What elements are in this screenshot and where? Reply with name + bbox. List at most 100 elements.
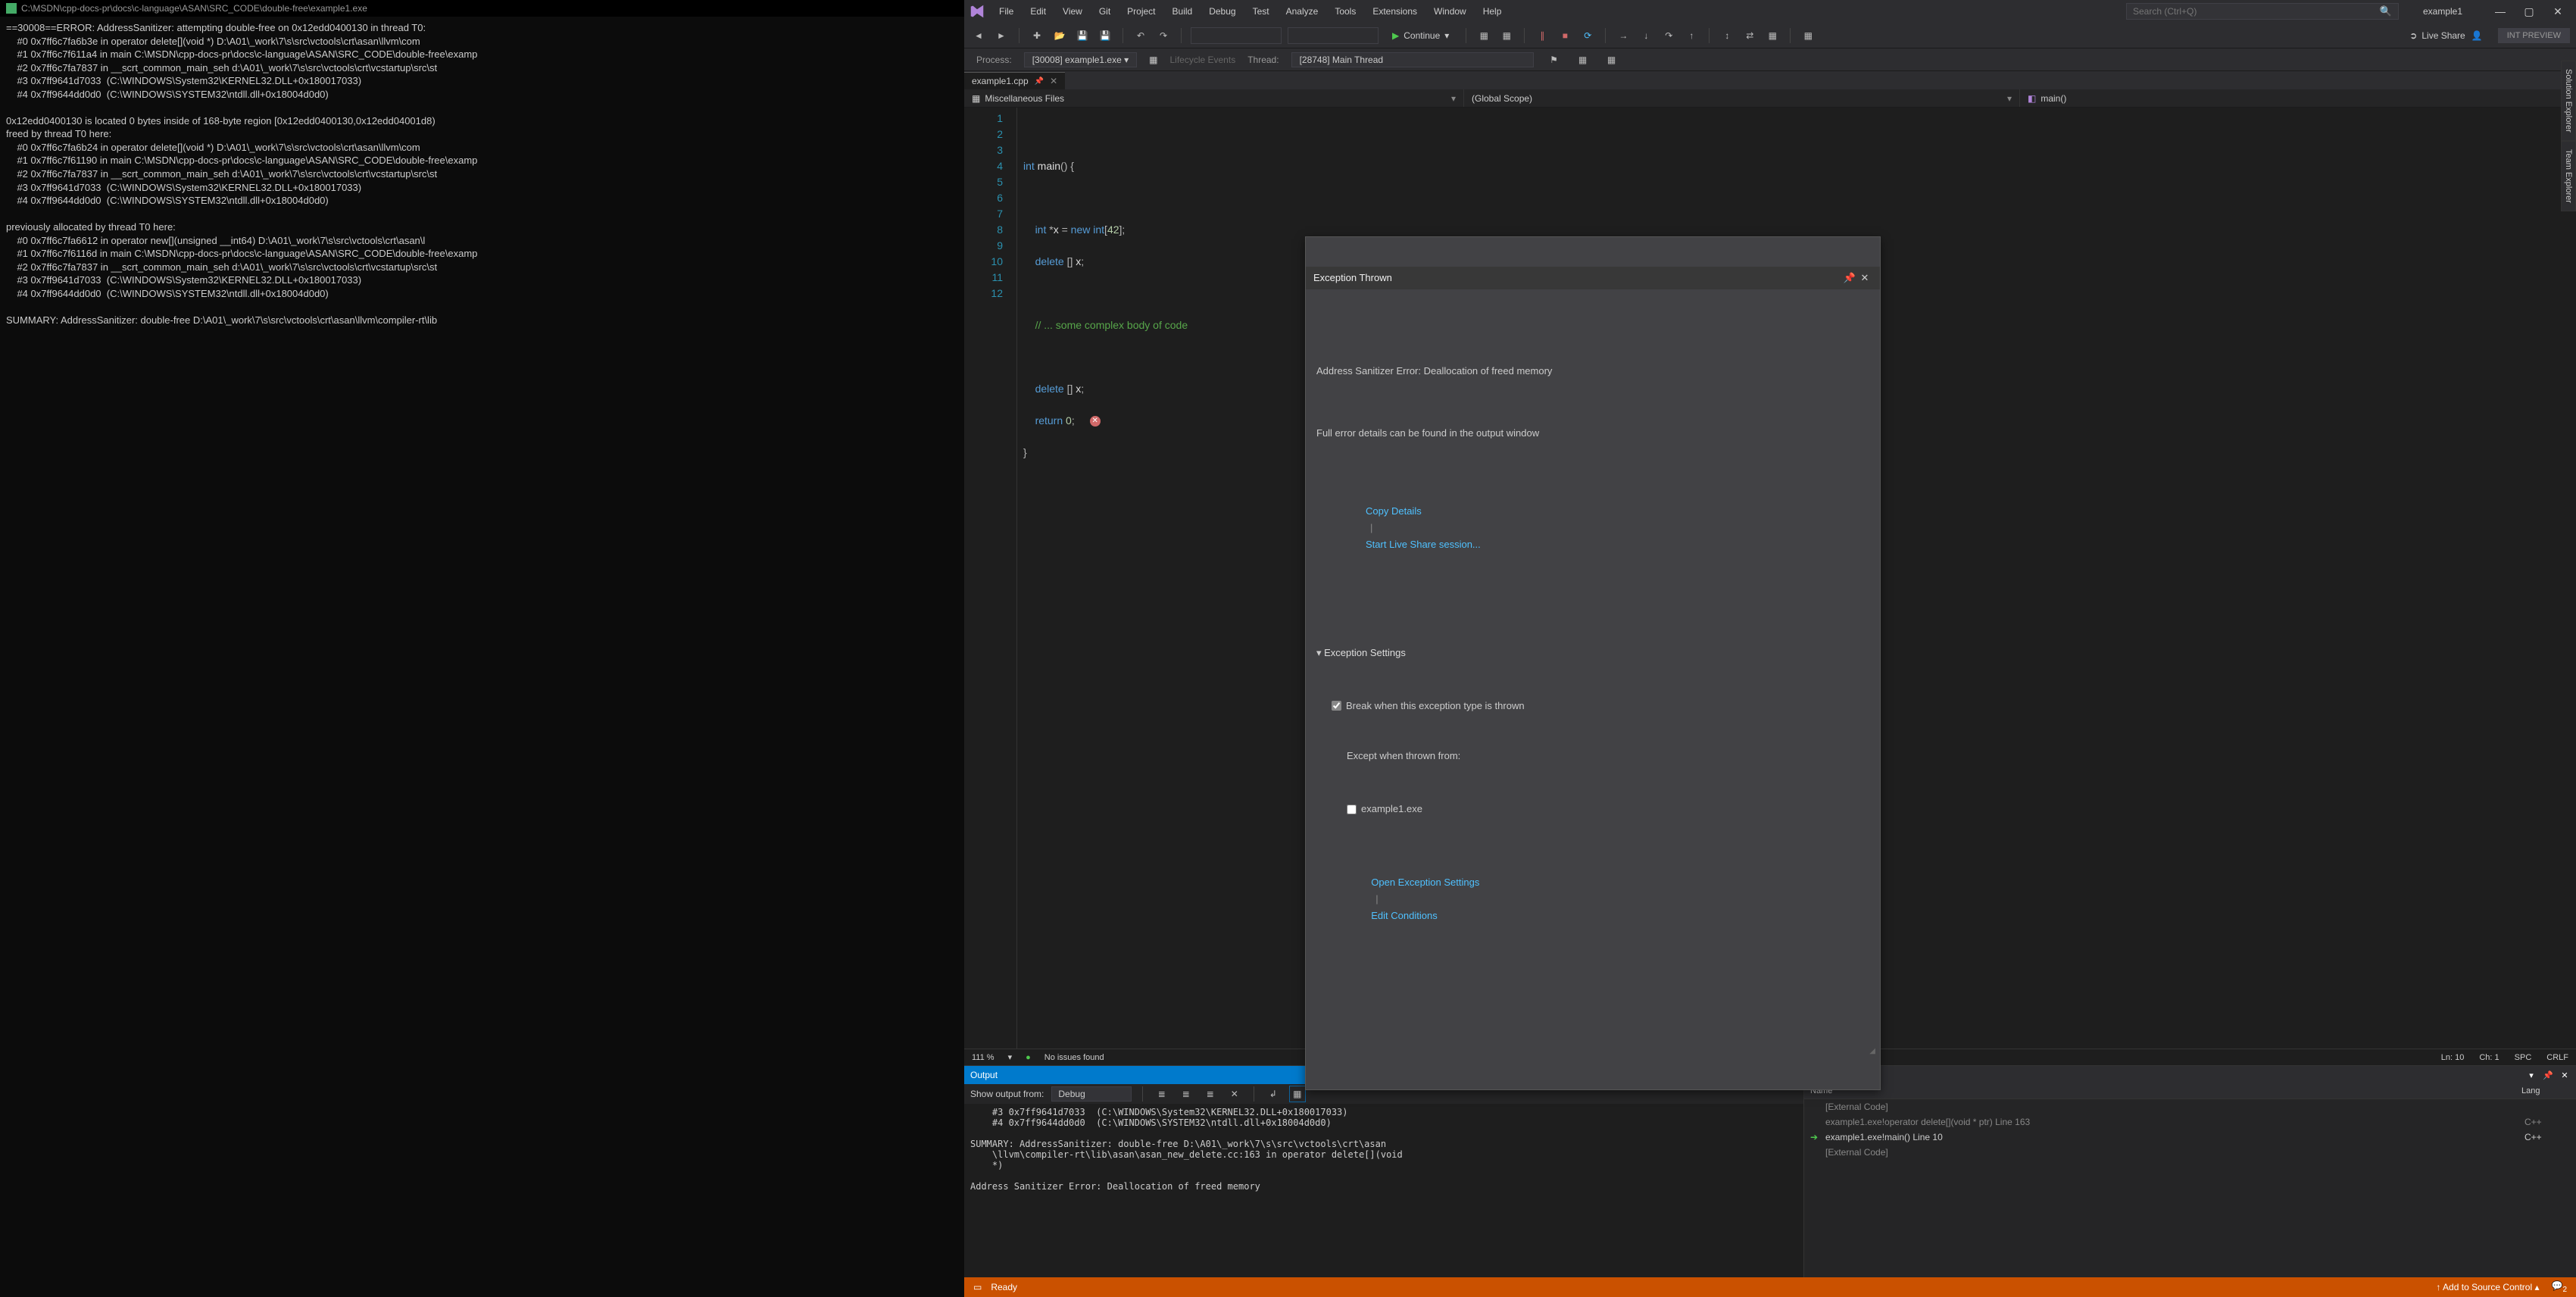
code-body[interactable]: int main() { int *x = new int[42]; delet… (1017, 108, 2576, 1049)
menu-file[interactable]: File (991, 3, 1021, 20)
output-clear-icon[interactable]: ✕ (1226, 1086, 1243, 1102)
code-editor[interactable]: 123456789101112 int main() { int *x = ne… (964, 108, 2576, 1049)
dbg-tool-3[interactable]: ▦ (1764, 27, 1781, 44)
solution-explorer-tab[interactable]: Solution Explorer (2561, 61, 2576, 141)
search-box[interactable]: 🔍 (2126, 3, 2399, 20)
output-tool-toggle[interactable]: ▦ (1289, 1086, 1306, 1102)
copy-details-link[interactable]: Copy Details (1366, 505, 1422, 517)
team-explorer-tab[interactable]: Team Explorer (2561, 141, 2576, 211)
pin-icon[interactable]: 📌 (1842, 270, 1857, 286)
line-indicator[interactable]: Ln: 10 (2441, 1053, 2465, 1062)
nav-fwd-icon[interactable]: ► (993, 27, 1010, 44)
menu-test[interactable]: Test (1245, 3, 1277, 20)
indent-indicator[interactable]: SPC (2515, 1053, 2532, 1062)
output-tool-3[interactable]: ≣ (1202, 1086, 1219, 1102)
new-item-icon[interactable]: ✚ (1029, 27, 1045, 44)
menu-help[interactable]: Help (1475, 3, 1510, 20)
next-statement-icon[interactable]: → (1615, 27, 1631, 44)
thread-icon[interactable]: ▦ (1603, 52, 1620, 68)
menu-extensions[interactable]: Extensions (1365, 3, 1425, 20)
config-dropdown[interactable] (1191, 27, 1282, 44)
char-indicator[interactable]: Ch: 1 (2479, 1053, 2499, 1062)
dbg-btn-2[interactable]: ▦ (1498, 27, 1515, 44)
thread-dropdown[interactable]: [28748] Main Thread (1291, 52, 1534, 67)
callstack-row[interactable]: [External Code] (1804, 1145, 2576, 1160)
col-lang[interactable]: Lang (2515, 1084, 2576, 1099)
close-tab-icon[interactable]: ✕ (1050, 76, 1057, 86)
minimize-button[interactable]: — (2487, 5, 2514, 17)
menu-git[interactable]: Git (1091, 3, 1118, 20)
output-tool-1[interactable]: ≣ (1154, 1086, 1170, 1102)
menu-view[interactable]: View (1055, 3, 1090, 20)
add-source-control[interactable]: ↑ Add to Source Control ▴ (2436, 1282, 2539, 1292)
stop-icon[interactable]: ■ (1557, 27, 1573, 44)
save-all-icon[interactable]: 💾 (1097, 27, 1113, 44)
output-tool-2[interactable]: ≣ (1178, 1086, 1194, 1102)
output-body[interactable]: #3 0x7ff9641d7033 (C:\WINDOWS\System32\K… (964, 1104, 1803, 1277)
menu-edit[interactable]: Edit (1023, 3, 1054, 20)
redo-icon[interactable]: ↷ (1155, 27, 1172, 44)
start-liveshare-link[interactable]: Start Live Share session... (1366, 539, 1481, 550)
panel-dropdown-icon[interactable]: ▾ (2526, 1070, 2537, 1080)
search-input[interactable] (2133, 6, 2380, 17)
callstack-panel-header[interactable]: Call Stack ▾ 📌 ✕ (1804, 1066, 2576, 1084)
pin-icon[interactable]: 📌 (1035, 77, 1044, 86)
menu-debug[interactable]: Debug (1201, 3, 1243, 20)
nav-scope-namespace[interactable]: (Global Scope)▾ (1464, 89, 2020, 107)
debug-context-bar: Process: [30008] example1.exe ▾ ▦ Lifecy… (964, 48, 2576, 71)
save-icon[interactable]: 💾 (1074, 27, 1091, 44)
step-into-icon[interactable]: ↓ (1638, 27, 1654, 44)
lifecycle-icon[interactable]: ▦ (1149, 55, 1157, 65)
continue-button[interactable]: ▶ Continue ▾ (1385, 29, 1457, 42)
live-share-button[interactable]: ➲ Live Share (2409, 30, 2465, 41)
dbg-tool-1[interactable]: ↕ (1719, 27, 1735, 44)
error-indicator-icon[interactable]: ✕ (1090, 416, 1101, 427)
menu-build[interactable]: Build (1165, 3, 1201, 20)
step-over-icon[interactable]: ↷ (1660, 27, 1677, 44)
menu-project[interactable]: Project (1119, 3, 1163, 20)
undo-icon[interactable]: ↶ (1132, 27, 1149, 44)
output-wrap-icon[interactable]: ↲ (1265, 1086, 1282, 1102)
maximize-button[interactable]: ▢ (2515, 5, 2543, 18)
open-exception-settings-link[interactable]: Open Exception Settings (1371, 877, 1479, 888)
notifications-icon[interactable]: 💬2 (2551, 1280, 2567, 1293)
terminal-output[interactable]: ==30008==ERROR: AddressSanitizer: attemp… (0, 17, 964, 332)
close-popup-icon[interactable]: ✕ (1857, 270, 1872, 286)
terminal-title-text: C:\MSDN\cpp-docs-pr\docs\c-language\ASAN… (21, 3, 367, 14)
except-exe-checkbox[interactable] (1347, 805, 1357, 814)
exception-settings-header[interactable]: Exception Settings (1316, 645, 1869, 661)
break-checkbox[interactable] (1332, 701, 1341, 711)
eol-indicator[interactable]: CRLF (2546, 1053, 2568, 1062)
callstack-rows[interactable]: [External Code]example1.exe!operator del… (1804, 1099, 2576, 1160)
col-name[interactable]: Name (1804, 1084, 2515, 1099)
nav-scope-project[interactable]: ▦ Miscellaneous Files▾ (964, 89, 1464, 107)
resize-grip-icon[interactable]: ◢ (1306, 1045, 1880, 1060)
flag-icon[interactable]: ⚑ (1546, 52, 1563, 68)
dbg-tool-2[interactable]: ⇄ (1741, 27, 1758, 44)
step-out-icon[interactable]: ↑ (1683, 27, 1700, 44)
dbg-btn-1[interactable]: ▦ (1475, 27, 1492, 44)
nav-scope-function[interactable]: ◧ main()▾ (2020, 89, 2576, 107)
stack-frame-icon[interactable]: ▦ (1575, 52, 1591, 68)
restart-icon[interactable]: ⟳ (1579, 27, 1596, 44)
callstack-row[interactable]: [External Code] (1804, 1099, 2576, 1114)
nav-back-icon[interactable]: ◄ (970, 27, 987, 44)
pause-icon[interactable]: ∥ (1534, 27, 1550, 44)
panel-pin-icon[interactable]: 📌 (2543, 1070, 2553, 1080)
zoom-chevron-icon[interactable]: ▾ (1008, 1052, 1013, 1062)
callstack-row[interactable]: ➔example1.exe!main() Line 10C++ (1804, 1130, 2576, 1145)
close-button[interactable]: ✕ (2544, 5, 2571, 18)
menu-tools[interactable]: Tools (1327, 3, 1363, 20)
platform-dropdown[interactable] (1288, 27, 1379, 44)
process-dropdown[interactable]: [30008] example1.exe ▾ (1024, 52, 1137, 67)
menu-analyze[interactable]: Analyze (1279, 3, 1326, 20)
open-folder-icon[interactable]: 📂 (1051, 27, 1068, 44)
panel-close-icon[interactable]: ✕ (2559, 1070, 2570, 1080)
callstack-row[interactable]: example1.exe!operator delete[](void * pt… (1804, 1114, 2576, 1130)
zoom-level[interactable]: 111 % (972, 1053, 994, 1062)
menu-window[interactable]: Window (1426, 3, 1474, 20)
dbg-tool-4[interactable]: ▦ (1800, 27, 1816, 44)
show-output-from-dropdown[interactable]: Debug (1051, 1086, 1131, 1102)
tab-example1-cpp[interactable]: example1.cpp 📌 ✕ (964, 72, 1065, 89)
edit-conditions-link[interactable]: Edit Conditions (1371, 910, 1437, 921)
